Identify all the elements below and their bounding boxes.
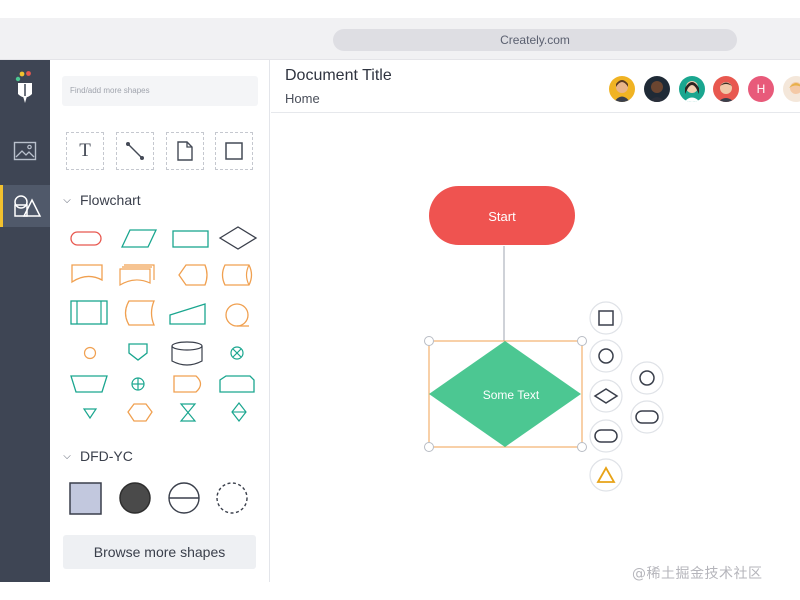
chevron-down-icon: ⌵ xyxy=(63,194,71,206)
decision-diamond-shape[interactable] xyxy=(218,226,258,250)
document-shape[interactable] xyxy=(71,264,103,284)
loop-limit-shape[interactable] xyxy=(219,375,255,393)
decision-label: Some Text xyxy=(482,388,540,402)
external-entity-shape[interactable] xyxy=(69,482,102,515)
manual-input-shape[interactable] xyxy=(169,303,206,325)
collaborator-avatar[interactable] xyxy=(679,76,705,102)
app-rail xyxy=(0,60,50,582)
shape-search-input[interactable]: Find/add more shapes xyxy=(62,76,258,106)
collaborator-avatar[interactable] xyxy=(644,76,670,102)
quick-add-triangle-button[interactable] xyxy=(589,458,623,492)
delay-shape[interactable] xyxy=(173,375,202,393)
section-title: DFD-YC xyxy=(80,448,133,464)
off-page-connector-shape[interactable] xyxy=(128,343,148,361)
collaborator-avatar[interactable]: H xyxy=(748,76,774,102)
multi-document-shape[interactable] xyxy=(119,264,155,287)
start-label: Start xyxy=(488,209,516,224)
collaborator-avatar[interactable] xyxy=(609,76,635,102)
section-header-dfd-yc[interactable]: ⌵ DFD-YC xyxy=(60,446,133,466)
diagram-canvas[interactable]: Start Some Text xyxy=(271,113,800,582)
or-junction-shape[interactable] xyxy=(131,377,145,391)
shapes-panel: Find/add more shapes T ⌵ Flowchart ⌵ DFD… xyxy=(50,60,270,582)
quick-add-diamond-button[interactable] xyxy=(589,379,623,413)
process-filled-circle-shape[interactable] xyxy=(119,482,151,514)
collaborator-avatar[interactable] xyxy=(783,76,800,102)
connector-circle-shape[interactable] xyxy=(83,346,97,360)
stored-data-shape[interactable] xyxy=(124,300,155,326)
text-tool-icon: T xyxy=(79,140,91,161)
watermark: @稀土掘金技术社区 xyxy=(632,566,763,582)
summing-junction-shape[interactable] xyxy=(230,346,244,360)
quick-add-circle-alt-button[interactable] xyxy=(630,361,664,395)
terminator-shape[interactable] xyxy=(70,231,102,246)
manual-operation-shape[interactable] xyxy=(70,375,108,393)
address-bar[interactable]: Creately.com xyxy=(333,29,737,51)
shapes-icon[interactable] xyxy=(0,185,50,227)
dashed-circle-shape[interactable] xyxy=(216,482,248,514)
text-tool-button[interactable]: T xyxy=(66,132,104,170)
quick-add-terminator-button[interactable] xyxy=(630,400,664,434)
sort-shape[interactable] xyxy=(231,402,247,422)
collaborator-avatar[interactable] xyxy=(713,76,739,102)
merge-triangle-shape[interactable] xyxy=(82,408,98,420)
browse-more-shapes-button[interactable]: Browse more shapes xyxy=(63,535,256,569)
sequential-data-shape[interactable] xyxy=(225,303,249,327)
direct-data-shape[interactable] xyxy=(221,264,253,286)
flowchart-shape-grid xyxy=(70,226,258,422)
collate-shape[interactable] xyxy=(179,403,197,422)
image-icon[interactable] xyxy=(0,130,50,172)
quick-add-circle-button[interactable] xyxy=(589,339,623,373)
line-tool-button[interactable] xyxy=(116,132,154,170)
predefined-process-shape[interactable] xyxy=(70,300,108,325)
quick-add-square-button[interactable] xyxy=(589,301,623,335)
line-tool-icon xyxy=(126,142,144,160)
browser-toolbar: Creately.com xyxy=(0,18,800,60)
document-title[interactable]: Document Title xyxy=(285,67,392,85)
section-title: Flowchart xyxy=(80,192,141,208)
database-shape[interactable] xyxy=(171,341,203,366)
dfd-shape-grid xyxy=(69,482,248,515)
process-rectangle-shape[interactable] xyxy=(172,230,209,248)
document-header: Document Title Home H xyxy=(271,60,800,113)
note-tool-button[interactable] xyxy=(166,132,204,170)
quick-add-rounded-rect-button[interactable] xyxy=(589,419,623,453)
data-store-circle-shape[interactable] xyxy=(168,482,200,514)
rectangle-tool-icon xyxy=(225,142,243,160)
display-shape[interactable] xyxy=(178,264,208,286)
creately-logo-icon[interactable] xyxy=(0,66,50,108)
note-tool-icon xyxy=(177,141,193,161)
chevron-down-icon: ⌵ xyxy=(63,450,71,462)
preparation-hexagon-shape[interactable] xyxy=(127,403,153,422)
app-window: Creately.com Find/add more shapes T ⌵ Fl… xyxy=(0,0,800,600)
rectangle-tool-button[interactable] xyxy=(215,132,253,170)
search-placeholder: Find/add more shapes xyxy=(70,86,150,95)
data-parallelogram-shape[interactable] xyxy=(120,229,158,248)
avatar-initial: H xyxy=(756,82,766,96)
section-header-flowchart[interactable]: ⌵ Flowchart xyxy=(60,190,141,210)
breadcrumb[interactable]: Home xyxy=(285,91,320,106)
